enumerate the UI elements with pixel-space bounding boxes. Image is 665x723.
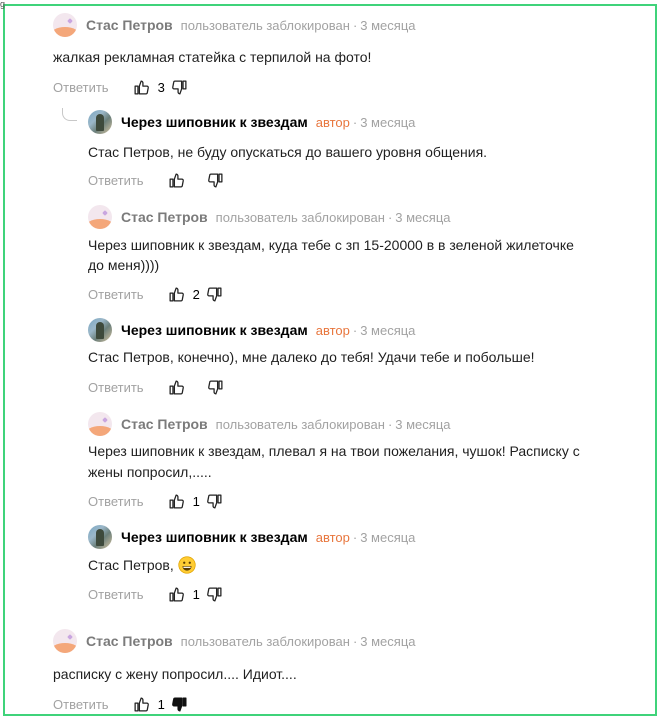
thumbs-down-icon[interactable]: [207, 379, 224, 396]
blocked-label: пользователь заблокирован: [180, 633, 350, 649]
comment-actions: Ответить 3: [53, 77, 188, 97]
comment-header: Стас Петров пользователь заблокирован · …: [88, 205, 451, 229]
timestamp: 3 месяца: [360, 114, 416, 130]
separator-dot: ·: [352, 17, 358, 33]
username[interactable]: Стас Петров: [121, 416, 208, 432]
timestamp: 3 месяца: [395, 209, 451, 225]
comment-text-span: Стас Петров,: [88, 557, 174, 573]
thumbs-up-icon[interactable]: [168, 172, 185, 189]
corner-mark: g: [0, 0, 6, 9]
like-count: 2: [192, 286, 200, 302]
separator-dot: ·: [387, 209, 393, 225]
avatar[interactable]: [88, 412, 112, 436]
comment-text-line: жены попросил,.....: [88, 464, 212, 480]
timestamp: 3 месяца: [360, 17, 416, 33]
author-badge: автор: [315, 114, 350, 130]
author-badge: автор: [315, 529, 350, 545]
avatar[interactable]: [88, 110, 112, 134]
username[interactable]: Через шиповник к звездам: [121, 114, 308, 130]
blocked-label: пользователь заблокирован: [215, 416, 385, 432]
thumbs-up-icon[interactable]: [168, 379, 185, 396]
comment-text: Стас Петров,: [88, 554, 196, 576]
comment-actions: Ответить: [88, 377, 224, 397]
comment-actions: Ответить 1: [88, 491, 223, 511]
reply-button[interactable]: Ответить: [53, 697, 109, 712]
comment-header: Стас Петров пользователь заблокирован · …: [88, 412, 451, 436]
comment-text: Стас Петров, не буду опускаться до вашег…: [88, 144, 488, 160]
comment-header: Стас Петров пользователь заблокирован · …: [53, 13, 416, 37]
comment-text-line: Через шиповник к звездам, куда тебе с зп…: [88, 237, 574, 253]
avatar[interactable]: [53, 629, 77, 653]
thumbs-down-filled-icon[interactable]: [171, 696, 188, 713]
author-badge: автор: [315, 322, 350, 338]
like-count: 1: [192, 493, 200, 509]
avatar[interactable]: [88, 318, 112, 342]
reply-button[interactable]: Ответить: [88, 587, 144, 602]
separator-dot: ·: [352, 529, 358, 545]
reply-button[interactable]: Ответить: [88, 380, 144, 395]
avatar[interactable]: [88, 525, 112, 549]
comment-header: Через шиповник к звездам автор · 3 месяц…: [88, 318, 415, 342]
separator-dot: ·: [352, 633, 358, 649]
blocked-label: пользователь заблокирован: [180, 17, 350, 33]
reply-button[interactable]: Ответить: [88, 494, 144, 509]
thumbs-down-icon[interactable]: [171, 79, 188, 96]
timestamp: 3 месяца: [360, 633, 416, 649]
like-count: 3: [157, 79, 165, 95]
comment-text: Стас Петров, конечно), мне далеко до теб…: [88, 349, 535, 365]
thumbs-up-icon[interactable]: [133, 696, 150, 713]
thread-connector: [62, 108, 77, 121]
thumbs-up-icon[interactable]: [133, 79, 150, 96]
timestamp: 3 месяца: [395, 416, 451, 432]
separator-dot: ·: [352, 322, 358, 338]
avatar[interactable]: [53, 13, 77, 37]
reply-button[interactable]: Ответить: [88, 173, 144, 188]
timestamp: 3 месяца: [360, 529, 416, 545]
username[interactable]: Стас Петров: [121, 209, 208, 225]
thumbs-down-icon[interactable]: [206, 286, 223, 303]
thumbs-down-icon[interactable]: [206, 493, 223, 510]
avatar[interactable]: [88, 205, 112, 229]
separator-dot: ·: [387, 416, 393, 432]
like-count: 1: [157, 696, 165, 712]
comment-actions: Ответить: [88, 170, 224, 190]
comment-text-line: до меня)))): [88, 257, 160, 273]
comment-text: жалкая рекламная статейка с терпилой на …: [53, 49, 372, 65]
thumbs-up-icon[interactable]: [168, 493, 185, 510]
thumbs-down-icon[interactable]: [207, 172, 224, 189]
grinning-face-icon: [178, 556, 196, 574]
comment-text: расписку с жену попросил.... Идиот....: [53, 666, 297, 682]
separator-dot: ·: [352, 114, 358, 130]
username[interactable]: Через шиповник к звездам: [121, 529, 308, 545]
thumbs-up-icon[interactable]: [168, 286, 185, 303]
blocked-label: пользователь заблокирован: [215, 209, 385, 225]
comment-actions: Ответить 1: [53, 694, 188, 714]
username[interactable]: Через шиповник к звездам: [121, 322, 308, 338]
comment-actions: Ответить 2: [88, 284, 223, 304]
reply-button[interactable]: Ответить: [53, 80, 109, 95]
comment-text-line: Через шиповник к звездам, плевал я на тв…: [88, 443, 580, 459]
reply-button[interactable]: Ответить: [88, 287, 144, 302]
comment-header: Стас Петров пользователь заблокирован · …: [53, 629, 416, 653]
thumbs-down-icon[interactable]: [206, 586, 223, 603]
username[interactable]: Стас Петров: [86, 633, 173, 649]
comment-header: Через шиповник к звездам автор · 3 месяц…: [88, 110, 415, 134]
thumbs-up-icon[interactable]: [168, 586, 185, 603]
comment-actions: Ответить 1: [88, 584, 223, 604]
timestamp: 3 месяца: [360, 322, 416, 338]
username[interactable]: Стас Петров: [86, 17, 173, 33]
comment-header: Через шиповник к звездам автор · 3 месяц…: [88, 525, 415, 549]
like-count: 1: [192, 586, 200, 602]
